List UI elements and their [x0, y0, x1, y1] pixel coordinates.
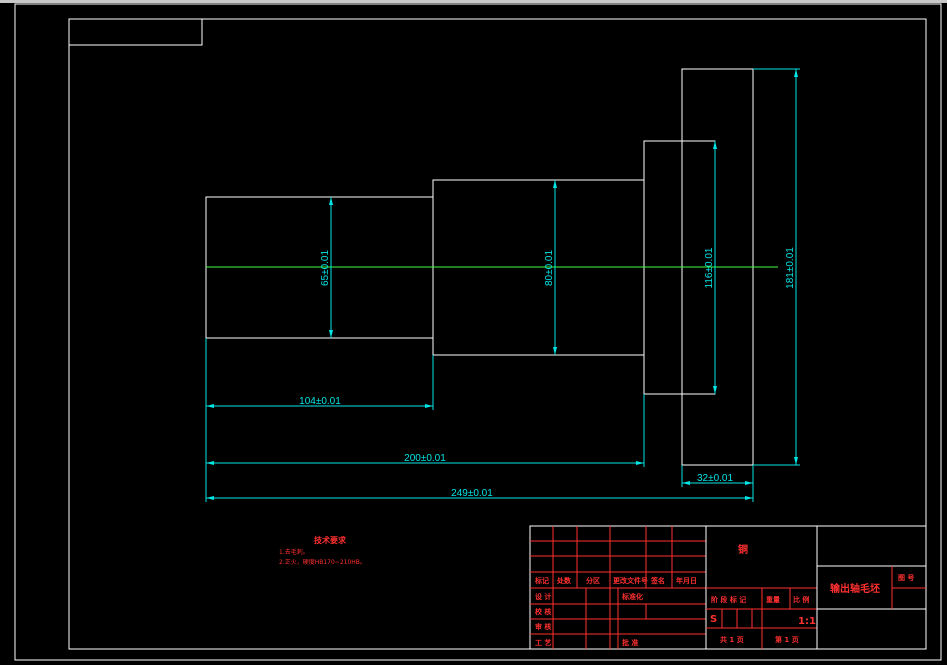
tech-notes-title: 技术要求	[314, 535, 347, 545]
arrow-32-left	[682, 481, 690, 485]
tb-approve: 批 准	[622, 638, 638, 647]
dim-text-80: 80±0.01	[544, 250, 555, 287]
arrow-116-top	[713, 141, 717, 149]
tb-header-date: 年月日	[676, 576, 697, 585]
tb-drawing-no: 图 号	[898, 573, 914, 582]
reverse-drawing-number-box	[68, 18, 203, 46]
arrow-104-right	[425, 404, 433, 408]
arrow-65-top	[329, 197, 333, 205]
dim-text-32: 32±0.01	[697, 473, 734, 484]
tech-note-2: 2.正火，硬度HB170~210HB。	[279, 558, 366, 566]
arrow-80-top	[553, 180, 557, 188]
arrow-200-left	[206, 461, 214, 465]
dim-text-181: 181±0.01	[785, 247, 796, 289]
tb-standardize: 标准化	[621, 592, 643, 601]
tb-process: 工 艺	[535, 638, 551, 647]
dim-text-116: 116±0.01	[704, 247, 715, 288]
dim-text-200: 200±0.01	[404, 453, 446, 464]
tb-sheet-no: 第 1 页	[775, 635, 799, 644]
arrow-181-top	[794, 69, 798, 77]
outer-frame	[14, 3, 942, 661]
tb-stage-value: S	[710, 614, 717, 625]
tb-header-count: 处数	[556, 576, 572, 585]
tb-review: 审 核	[535, 622, 551, 631]
tb-part-name: 输出轴毛坯	[830, 582, 880, 595]
tb-header-docno: 更改文件号	[613, 576, 648, 585]
technical-requirements: 技术要求 1.去毛刺。 2.正火，硬度HB170~210HB。	[279, 535, 366, 566]
tb-scale-value: 1:1	[798, 616, 816, 627]
tb-scale-label: 比 例	[793, 595, 809, 604]
tb-header-zone: 分区	[586, 576, 600, 585]
arrow-65-bottom	[329, 330, 333, 338]
arrow-80-bottom	[553, 347, 557, 355]
arrow-104-left	[206, 404, 214, 408]
arrow-200-right	[636, 461, 644, 465]
inner-frame	[68, 18, 927, 650]
tb-material: 铜	[738, 543, 748, 556]
dim-text-249: 249±0.01	[451, 488, 493, 499]
tb-header-mark: 标记	[534, 576, 549, 585]
tb-stage-mark: 阶 段 标 记	[711, 595, 746, 604]
cad-drawing-canvas[interactable]: 65±0.01 80±0.01 116±0.01 181±0.01 104±0.…	[0, 0, 947, 665]
tech-note-1: 1.去毛刺。	[279, 548, 309, 556]
dim-text-104: 104±0.01	[299, 396, 341, 407]
arrow-116-bottom	[713, 386, 717, 394]
arrow-249-left	[206, 496, 214, 500]
tb-weight: 重量	[766, 595, 780, 604]
dim-text-65: 65±0.01	[320, 250, 331, 287]
arrow-249-right	[745, 496, 753, 500]
tb-check: 校 核	[535, 607, 551, 616]
arrow-181-bottom	[794, 457, 798, 465]
tb-design: 设 计	[535, 592, 551, 601]
arrow-32-right	[745, 481, 753, 485]
tb-header-sign: 签名	[650, 576, 665, 585]
tb-total-sheets: 共 1 页	[720, 635, 744, 644]
title-block-text: 标记 处数 分区 更改文件号 签名 年月日 设 计 标准化 校 核 审 核 工 …	[534, 543, 914, 647]
